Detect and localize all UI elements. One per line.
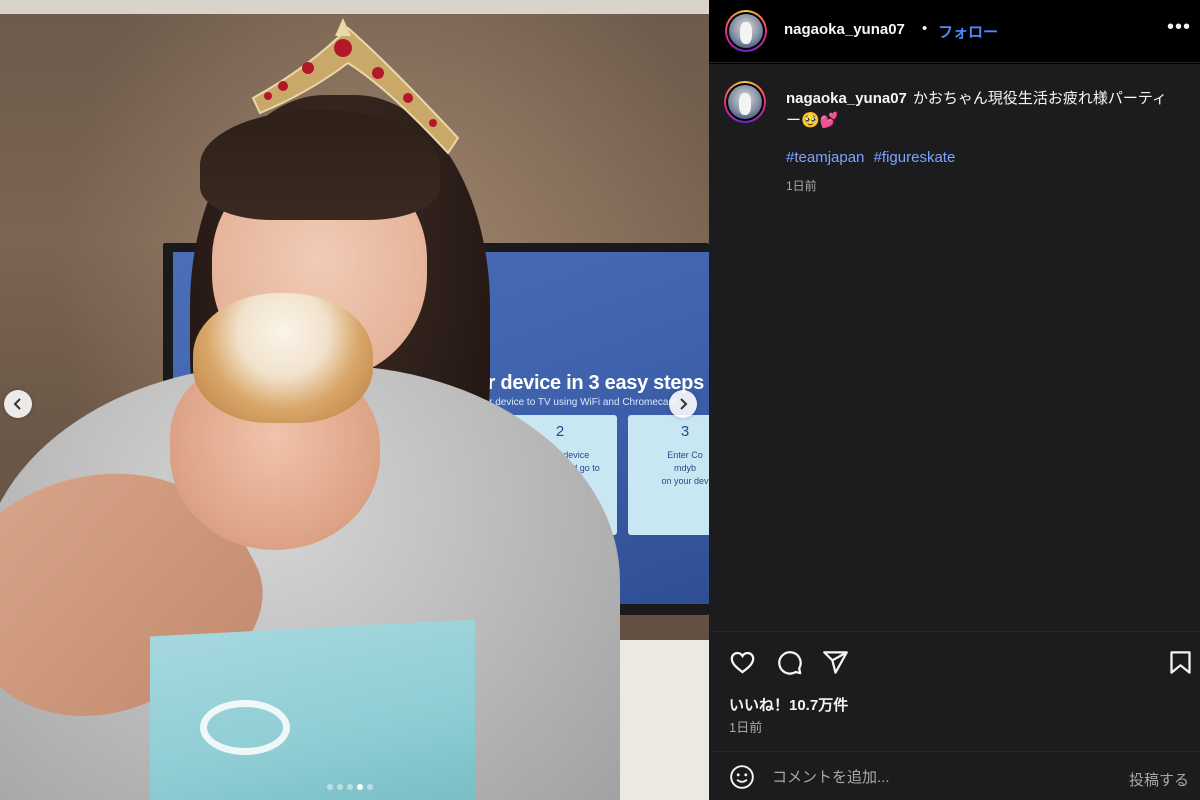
tv-subtext: your device to TV using WiFi and Chromec… [473, 397, 677, 408]
emoji-icon [730, 765, 754, 789]
action-bar: いいね！10.7万件 1日前 [709, 631, 1200, 751]
tv-card-3: 3 Enter Co mdyb on your dev [628, 415, 709, 535]
avatar[interactable] [725, 10, 767, 52]
chevron-left-icon [13, 398, 21, 410]
photo-box-logo [200, 700, 290, 755]
post-side-panel: nagaoka_yuna07 • フォロー ••• nagaoka_yuna07… [709, 0, 1200, 800]
tv-card-text: Enter Co mdyb on your dev [661, 450, 709, 486]
caption-timestamp: 1日前 [786, 179, 817, 193]
avatar-image [728, 85, 762, 119]
emoji-button[interactable] [729, 764, 755, 790]
follow-button[interactable]: フォロー [938, 21, 998, 42]
share-icon [823, 651, 848, 674]
like-button[interactable] [729, 649, 756, 676]
comment-button[interactable] [776, 649, 803, 676]
avatar-image [729, 14, 763, 48]
caption-avatar[interactable] [724, 81, 766, 123]
heart-icon [730, 651, 755, 674]
post-photo[interactable]: your device in 3 easy steps your device … [0, 0, 709, 800]
carousel-dots [327, 784, 373, 790]
bookmark-button[interactable] [1167, 649, 1194, 676]
carousel-dot-active [357, 784, 363, 790]
caption: nagaoka_yuna07 かおちゃん現役生活お疲れ様パーティー🥹💕 [786, 88, 1171, 132]
share-button[interactable] [822, 649, 849, 676]
hashtag-link[interactable]: #figureskate [874, 149, 956, 166]
post-header: nagaoka_yuna07 • フォロー ••• [709, 0, 1200, 63]
more-options-icon[interactable]: ••• [1167, 16, 1191, 39]
comment-input[interactable] [772, 764, 1102, 790]
comment-icon [778, 651, 802, 675]
photo-pastry-box [150, 619, 475, 800]
caption-username[interactable]: nagaoka_yuna07 [786, 90, 907, 107]
tv-card-number: 3 [680, 423, 690, 440]
next-photo-button[interactable] [669, 390, 697, 418]
tv-heading: your device in 3 easy steps [453, 372, 704, 394]
post-timestamp: 1日前 [729, 720, 763, 735]
header-separator: • [922, 20, 928, 37]
photo-cinnamon-roll [193, 293, 373, 423]
hashtag-link[interactable]: #teamjapan [786, 149, 864, 166]
bookmark-icon [1170, 651, 1191, 674]
header-username[interactable]: nagaoka_yuna07 [784, 21, 905, 38]
chevron-right-icon [680, 398, 688, 410]
crown-icon [251, 18, 460, 155]
comment-composer: 投稿する [709, 751, 1200, 800]
carousel-dot [337, 784, 343, 790]
likes-count[interactable]: いいね！10.7万件 [729, 694, 848, 715]
carousel-dot [367, 784, 373, 790]
photo-ceiling [0, 0, 709, 14]
prev-photo-button[interactable] [4, 390, 32, 418]
carousel-dot [347, 784, 353, 790]
carousel-dot [327, 784, 333, 790]
hashtags: #teamjapan #figureskate [786, 149, 960, 166]
comments-area: nagaoka_yuna07 かおちゃん現役生活お疲れ様パーティー🥹💕 #team… [709, 64, 1200, 631]
post-comment-button[interactable]: 投稿する [1129, 769, 1189, 790]
